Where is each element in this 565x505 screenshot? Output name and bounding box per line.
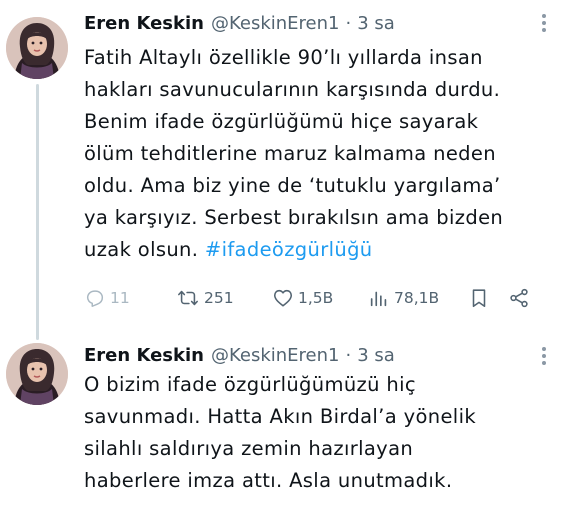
reply-button[interactable]: 11 <box>84 284 130 312</box>
tweet-text-line: Fatih Altaylı özellikle 90’lı yıllarda i… <box>84 46 483 69</box>
tweet-text-line: haberlere imza attı. Asla unutmadık. <box>84 469 453 492</box>
like-button[interactable]: 1,5B <box>272 284 333 312</box>
tweet-text-line: savunmadı. Hatta Akın Birdal’a yönelik <box>84 405 476 428</box>
share-button[interactable] <box>508 284 530 312</box>
tweet-text-line: hakları savunucularının karşısında durdu… <box>84 78 501 101</box>
tweet-timestamp[interactable]: 3 sa <box>357 13 395 34</box>
author-name[interactable]: Eren Keskin <box>84 345 204 366</box>
author-name[interactable]: Eren Keskin <box>84 13 204 34</box>
tweet-text-fragment: uzak olsun. <box>84 238 199 261</box>
author-handle[interactable]: @KeskinEren1 <box>211 345 340 366</box>
like-count: 1,5B <box>298 289 334 307</box>
heart-icon <box>273 289 293 307</box>
avatar-image <box>6 343 68 405</box>
avatar[interactable] <box>6 343 68 405</box>
author-handle[interactable]: @KeskinEren1 <box>211 13 340 34</box>
tweet-timestamp[interactable]: 3 sa <box>357 345 395 366</box>
tweet-header: Eren Keskin @KeskinEren1 · 3 sa <box>84 10 525 36</box>
retweet-button[interactable]: 251 <box>176 284 234 312</box>
tweet-text-line: silahlı saldırıya zemin hazırlayan <box>84 437 414 460</box>
tweet-text-line: ölüm tehditlerine maruz kalmama neden <box>84 142 496 165</box>
tweet-text-line: O bizim ifade özgürlüğümüzü hiç <box>84 373 416 396</box>
tweet-text: O bizim ifade özgürlüğümüzü hiç savunmad… <box>84 369 551 497</box>
tweet-actions: 11 251 1,5B 78,1B <box>82 284 545 312</box>
views-button[interactable]: 78,1B <box>368 284 439 312</box>
hashtag-link[interactable]: #ifadeözgürlüğü <box>205 238 373 261</box>
more-icon[interactable] <box>541 347 547 365</box>
tweet-text-line: ya karşıyız. Serbest bırakılsın ama bizd… <box>84 206 504 229</box>
tweet-text-line: uzak olsun. #ifadeözgürlüğü <box>84 234 551 266</box>
views-count: 78,1B <box>394 289 440 307</box>
bookmark-button[interactable] <box>468 284 490 312</box>
thread-connector <box>36 84 39 340</box>
tweet-text-line: oldu. Ama biz yine de ‘tutuklu yargılama… <box>84 174 501 197</box>
tweet-text: Fatih Altaylı özellikle 90’lı yıllarda i… <box>84 42 551 266</box>
retweet-icon <box>178 290 198 306</box>
separator-dot: · <box>345 12 352 34</box>
tweet-text-line: Benim ifade özgürlüğümü hiçe sayarak <box>84 110 479 133</box>
tweet[interactable]: Eren Keskin @KeskinEren1 · 3 sa O bizim … <box>0 335 565 505</box>
share-icon <box>510 288 528 308</box>
views-icon <box>370 291 387 307</box>
avatar-image <box>6 17 68 79</box>
tweet-header: Eren Keskin @KeskinEren1 · 3 sa <box>84 342 525 368</box>
retweet-count: 251 <box>204 289 234 307</box>
reply-icon <box>86 290 104 307</box>
tweet[interactable]: Eren Keskin @KeskinEren1 · 3 sa Fatih Al… <box>0 0 565 340</box>
reply-count: 11 <box>110 289 130 307</box>
more-icon[interactable] <box>541 14 547 32</box>
avatar[interactable] <box>6 17 68 79</box>
separator-dot: · <box>345 344 352 366</box>
bookmark-icon <box>472 289 486 308</box>
